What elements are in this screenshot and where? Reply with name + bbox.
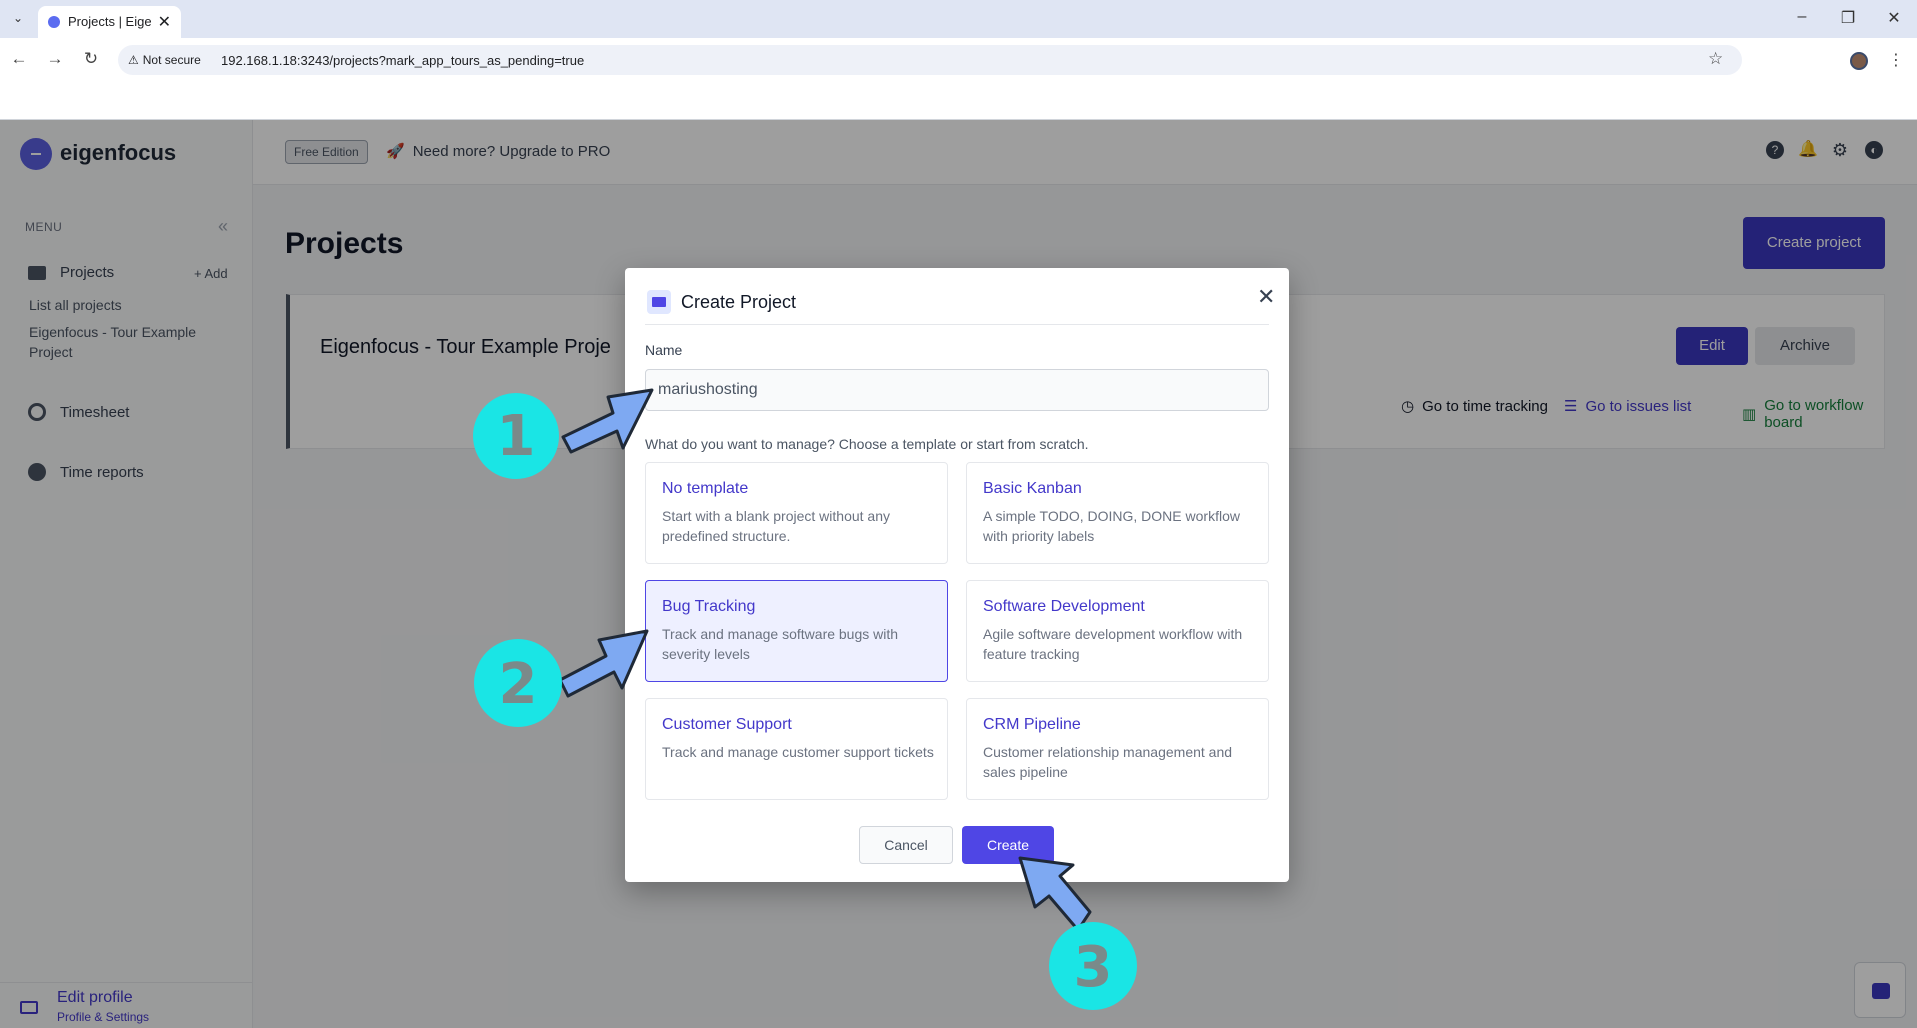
modal-title: Create Project <box>681 292 797 312</box>
name-input[interactable] <box>645 369 1269 411</box>
create-button[interactable]: Create <box>962 826 1054 864</box>
forward-icon[interactable]: → <box>44 49 66 69</box>
template-title: Customer Support <box>662 716 792 733</box>
tab-title: Projects | Eigen <box>68 14 152 29</box>
profile-avatar[interactable] <box>1850 52 1868 70</box>
template-title: Bug Tracking <box>662 598 756 615</box>
template-title: Basic Kanban <box>983 480 1082 497</box>
template-desc: Track and manage customer support ticket… <box>662 744 934 760</box>
template-desc: Customer relationship management and sal… <box>983 744 1233 780</box>
template-basic-kanban[interactable]: Basic Kanban A simple TODO, DOING, DONE … <box>966 462 1269 564</box>
template-desc: Track and manage software bugs with seve… <box>662 626 899 662</box>
warning-icon: ⚠ <box>128 53 139 67</box>
name-label: Name <box>645 342 683 358</box>
template-title: CRM Pipeline <box>983 716 1081 733</box>
url-text[interactable]: 192.168.1.18:3243/projects?mark_app_tour… <box>221 53 584 68</box>
create-project-modal: Create Project ✕ Name What do you want t… <box>625 268 1289 882</box>
template-prompt: What do you want to manage? Choose a tem… <box>645 436 1089 452</box>
close-icon[interactable]: ✕ <box>1257 284 1275 310</box>
bookmark-star-icon[interactable]: ☆ <box>1708 49 1723 69</box>
template-title: No template <box>662 480 749 497</box>
divider <box>645 324 1269 325</box>
close-tab-icon[interactable]: ✕ <box>158 12 171 32</box>
template-customer-support[interactable]: Customer Support Track and manage custom… <box>645 698 948 800</box>
reload-icon[interactable]: ↻ <box>80 49 102 69</box>
folder-icon <box>647 290 671 314</box>
template-no-template[interactable]: No template Start with a blank project w… <box>645 462 948 564</box>
security-indicator[interactable]: ⚠ Not secure <box>128 53 201 67</box>
favicon-icon <box>48 16 60 28</box>
restore-icon[interactable]: ❐ <box>1836 8 1860 28</box>
template-crm-pipeline[interactable]: CRM Pipeline Customer relationship manag… <box>966 698 1269 800</box>
browser-menu-icon[interactable]: ⋮ <box>1888 50 1904 70</box>
template-desc: A simple TODO, DOING, DONE workflow with… <box>983 508 1240 544</box>
minimize-icon[interactable]: – <box>1790 8 1814 26</box>
tab-search-icon[interactable]: ⌄ <box>8 8 28 28</box>
template-software-development[interactable]: Software Development Agile software deve… <box>966 580 1269 682</box>
cancel-button[interactable]: Cancel <box>859 826 953 864</box>
not-secure-label: Not secure <box>142 53 201 67</box>
template-desc: Agile software development workflow with… <box>983 626 1243 662</box>
bookmark-bar <box>0 80 1917 120</box>
browser-tab[interactable]: Projects | Eigen ✕ <box>38 6 181 38</box>
back-icon[interactable]: ← <box>8 49 30 69</box>
template-bug-tracking[interactable]: Bug Tracking Track and manage software b… <box>645 580 948 682</box>
template-title: Software Development <box>983 598 1145 615</box>
browser-tab-strip: ⌄ Projects | Eigen ✕ – ❐ ✕ <box>0 0 1917 38</box>
template-desc: Start with a blank project without any p… <box>662 508 891 544</box>
close-window-icon[interactable]: ✕ <box>1882 8 1906 28</box>
